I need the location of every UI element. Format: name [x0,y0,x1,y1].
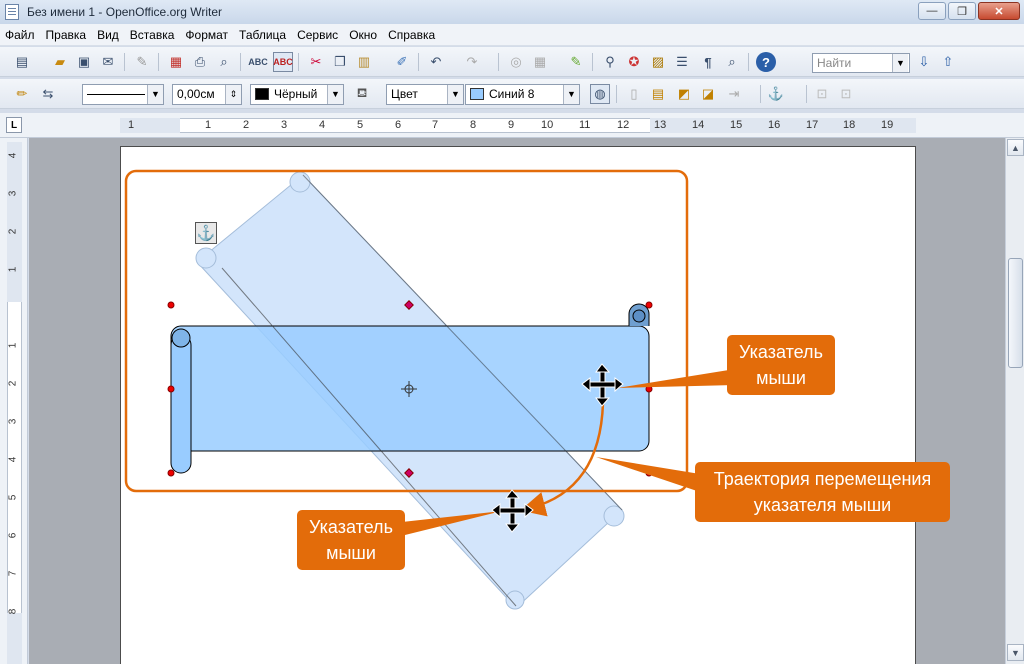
anchor-icon[interactable]: ⚓ [195,222,217,244]
callout-pointer-bottom-label: Указатель мыши [297,510,405,570]
callout-pointer-top-label: Указатель мыши [727,335,835,395]
callout-pointer-trajectory [596,457,700,492]
callout-trajectory-label: Траектория перемещения указателя мыши [695,462,950,522]
drawing-overlay [124,169,735,610]
